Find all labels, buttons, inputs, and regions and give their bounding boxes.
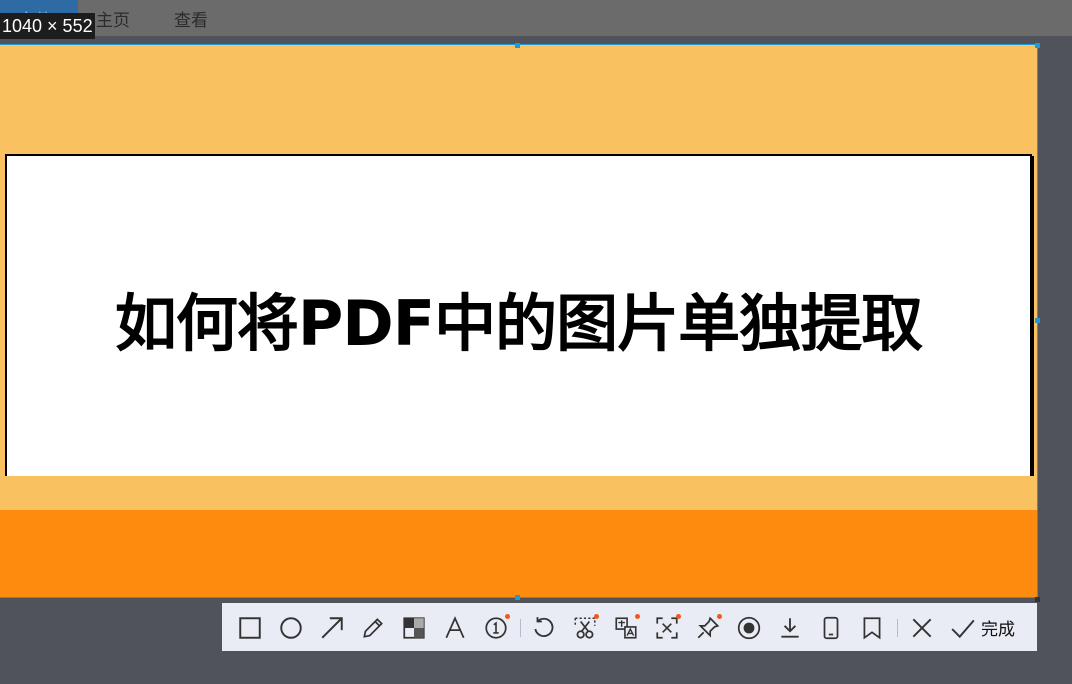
phone-icon xyxy=(823,616,839,640)
rectangle-icon xyxy=(239,617,261,639)
number-marker-tool[interactable] xyxy=(481,613,511,643)
download-icon xyxy=(781,618,799,638)
ocr-icon xyxy=(656,617,678,639)
translate-tool[interactable] xyxy=(611,613,641,643)
badge-dot xyxy=(676,614,681,619)
cancel-button[interactable] xyxy=(907,613,937,643)
number-marker-icon xyxy=(485,617,507,639)
badge-dot xyxy=(717,614,722,619)
headline-text: 如何将PDF中的图片单独提取 xyxy=(114,287,923,360)
ellipse-icon xyxy=(280,617,302,639)
badge-dot xyxy=(594,614,599,619)
done-button-label[interactable]: 完成 xyxy=(981,615,1015,640)
pin-icon xyxy=(697,616,720,639)
mosaic-tool[interactable] xyxy=(399,613,429,643)
annotation-toolbar: 完成 xyxy=(222,603,1037,651)
selection-size-label: 1040 × 552 xyxy=(0,13,95,39)
resize-handle-bottom[interactable] xyxy=(515,595,520,600)
menu-bar: 文件 主页 查看 xyxy=(0,0,1072,36)
orange-band xyxy=(0,510,1037,597)
resize-handle-right[interactable] xyxy=(1035,318,1040,323)
pencil-icon xyxy=(363,618,383,638)
toolbar-separator xyxy=(520,619,521,637)
text-icon xyxy=(445,616,465,639)
arrow-tool[interactable] xyxy=(317,613,347,643)
translate-icon xyxy=(615,617,637,639)
resize-handle-bottom-right[interactable] xyxy=(1035,597,1040,602)
bookmark-icon xyxy=(863,617,881,640)
bookmark-tool[interactable] xyxy=(857,613,887,643)
capture-region[interactable]: 如何将PDF中的图片单独提取 xyxy=(0,44,1038,598)
toolbar-separator xyxy=(897,619,898,637)
ocr-tool[interactable] xyxy=(652,613,682,643)
resize-handle-top-right[interactable] xyxy=(1035,43,1040,48)
text-tool[interactable] xyxy=(440,613,470,643)
resize-handle-top[interactable] xyxy=(515,43,520,48)
done-button[interactable] xyxy=(948,613,978,643)
undo-icon xyxy=(534,617,554,637)
rectangle-tool[interactable] xyxy=(235,613,265,643)
download-tool[interactable] xyxy=(775,613,805,643)
scissors-icon xyxy=(574,617,596,639)
close-icon xyxy=(912,618,932,638)
pin-tool[interactable] xyxy=(693,613,723,643)
undo-tool[interactable] xyxy=(529,613,559,643)
check-icon xyxy=(951,619,975,639)
mosaic-icon xyxy=(403,617,425,639)
record-icon xyxy=(737,616,761,640)
badge-dot xyxy=(505,614,510,619)
menu-home[interactable]: 主页 xyxy=(96,6,130,31)
arrow-icon xyxy=(321,617,343,639)
ellipse-tool[interactable] xyxy=(276,613,306,643)
menu-view[interactable]: 查看 xyxy=(174,6,208,31)
phone-tool[interactable] xyxy=(816,613,846,643)
badge-dot xyxy=(635,614,640,619)
scissors-tool[interactable] xyxy=(570,613,600,643)
pencil-tool[interactable] xyxy=(358,613,388,643)
record-tool[interactable] xyxy=(734,613,764,643)
